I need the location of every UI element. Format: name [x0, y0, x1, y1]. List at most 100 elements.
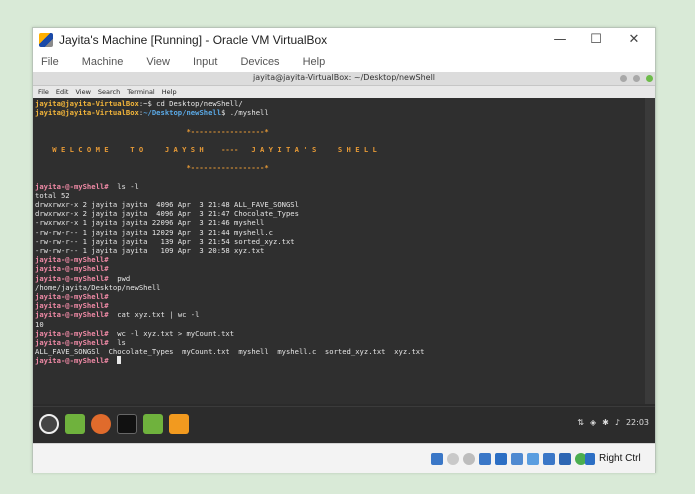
mint-menu-icon[interactable]	[39, 414, 59, 434]
terminal-line: -rw-rw-r-- 1 jayita jayita 139 Apr 3 21:…	[35, 237, 645, 246]
shield-icon[interactable]: ◈	[590, 418, 596, 427]
terminal-line: total 52	[35, 191, 645, 200]
bluetooth-icon[interactable]: ✱	[602, 418, 609, 427]
volume-icon[interactable]: ♪	[615, 418, 620, 427]
usb-icon[interactable]	[495, 453, 507, 465]
guest-taskbar: ⇅ ◈ ✱ ♪ 22:03	[33, 406, 655, 443]
terminal-line: -rw-rw-r-- 1 jayita jayita 109 Apr 3 20:…	[35, 246, 645, 255]
terminal-text: cat xyz.txt | wc -l	[108, 310, 200, 320]
terminal-line: *-----------------*	[35, 127, 645, 136]
terminal-menu-file[interactable]: File	[38, 88, 49, 96]
terminal-line: W E L C O M E T O J A Y S H ---- J A Y I…	[35, 145, 645, 154]
terminal-titlebar: jayita@jayita-VirtualBox: ~/Desktop/newS…	[33, 72, 655, 86]
minimize-icon[interactable]: —	[543, 30, 577, 50]
host-key-icon[interactable]	[585, 453, 595, 465]
floppy-icon[interactable]	[463, 453, 475, 465]
terminal-text: $ ./myshell	[221, 108, 269, 118]
virtualbox-icon	[39, 33, 53, 47]
terminal-text: ls -l	[108, 181, 139, 191]
video-capture-icon[interactable]	[543, 453, 555, 465]
terminal-text: *-----------------*	[35, 126, 269, 136]
terminal-line: jayita@jayita-VirtualBox:~$ cd Desktop/n…	[35, 99, 645, 108]
folder-icon[interactable]	[65, 414, 85, 434]
terminal-output[interactable]: jayita@jayita-VirtualBox:~$ cd Desktop/n…	[33, 98, 645, 404]
sublime-text-icon[interactable]	[169, 414, 189, 434]
terminal-text: jayita-@-myShell#	[35, 264, 109, 274]
optical-drive-icon[interactable]	[447, 453, 459, 465]
terminal-text: drwxrwxr-x 2 jayita jayita 4096 Apr 3 21…	[35, 200, 299, 210]
maximize-icon[interactable]: ☐	[579, 30, 613, 50]
network-adapter-icon[interactable]	[479, 453, 491, 465]
terminal-line: /home/jayita/Desktop/newShell	[35, 283, 645, 292]
terminal-minimize-icon[interactable]	[620, 75, 627, 82]
window-titlebar: Jayita's Machine [Running] - Oracle VM V…	[33, 28, 655, 52]
firefox-icon[interactable]	[91, 414, 111, 434]
terminal-line: -rw-rw-r-- 1 jayita jayita 12029 Apr 3 2…	[35, 228, 645, 237]
terminal-text: jayita-@-myShell#	[35, 337, 109, 347]
terminal-maximize-icon[interactable]	[633, 75, 640, 82]
audio-icon[interactable]	[431, 453, 443, 465]
terminal-line: jayita-@-myShell# cat xyz.txt | wc -l	[35, 310, 645, 319]
terminal-line: drwxrwxr-x 2 jayita jayita 4096 Apr 3 21…	[35, 200, 645, 209]
terminal-line: jayita-@-myShell# ls -l	[35, 182, 645, 191]
window-title: Jayita's Machine [Running] - Oracle VM V…	[59, 33, 328, 47]
terminal-line: jayita-@-myShell# ls	[35, 338, 645, 347]
terminal-close-icon[interactable]	[646, 75, 653, 82]
menu-input[interactable]: Input	[193, 56, 217, 68]
folder-icon[interactable]	[143, 414, 163, 434]
terminal-menu-search[interactable]: Search	[98, 88, 120, 96]
terminal-text: total 52	[35, 190, 70, 200]
terminal-line: jayita-@-myShell#	[35, 264, 645, 273]
terminal-icon[interactable]	[117, 414, 137, 434]
terminal-text: jayita-@-myShell#	[35, 181, 109, 191]
system-tray: ⇅ ◈ ✱ ♪ 22:03	[577, 418, 649, 427]
terminal-scrollbar[interactable]	[645, 98, 655, 404]
terminal-text: jayita@jayita-VirtualBox	[35, 108, 139, 118]
menu-view[interactable]: View	[146, 56, 170, 68]
terminal-line: *-----------------*	[35, 163, 645, 172]
terminal-line: jayita@jayita-VirtualBox:~/Desktop/newSh…	[35, 108, 645, 117]
menubar: File Machine View Input Devices Help	[33, 52, 655, 72]
terminal-line: jayita-@-myShell#	[35, 255, 645, 264]
terminal-menu-view[interactable]: View	[75, 88, 90, 96]
clock[interactable]: 22:03	[626, 418, 649, 427]
terminal-text: jayita-@-myShell#	[35, 291, 109, 301]
terminal-menu-help[interactable]: Help	[162, 88, 177, 96]
cpu-icon[interactable]	[559, 453, 571, 465]
menu-devices[interactable]: Devices	[240, 56, 279, 68]
terminal-line: 10	[35, 320, 645, 329]
network-icon[interactable]: ⇅	[577, 418, 584, 427]
display-icon[interactable]	[527, 453, 539, 465]
terminal-menubar: File Edit View Search Terminal Help	[33, 86, 655, 98]
terminal-text: ALL_FAVE_SONGSl Chocolate_Types myCount.…	[35, 347, 425, 357]
menu-file[interactable]: File	[41, 56, 59, 68]
menu-help[interactable]: Help	[303, 56, 326, 68]
terminal-line: -rwxrwxr-x 1 jayita jayita 22096 Apr 3 2…	[35, 218, 645, 227]
terminal-text: 10	[35, 319, 44, 329]
shared-folders-icon[interactable]	[511, 453, 523, 465]
terminal-text: -rw-rw-r-- 1 jayita jayita 109 Apr 3 20:…	[35, 246, 265, 255]
terminal-text: jayita@jayita-VirtualBox	[35, 99, 139, 108]
close-icon[interactable]: ✕	[617, 30, 651, 50]
terminal-text: jayita-@-myShell#	[35, 356, 109, 366]
terminal-text: ~/Desktop/newShell	[143, 108, 222, 118]
terminal-text: W E L C O M E T O J A Y S H ---- J A Y I…	[35, 144, 377, 154]
terminal-line: jayita-@-myShell# wc -l xyz.txt > myCoun…	[35, 329, 645, 338]
terminal-menu-edit[interactable]: Edit	[56, 88, 69, 96]
terminal-text: :~$ cd Desktop/newShell/	[138, 99, 243, 108]
terminal-text: jayita-@-myShell#	[35, 328, 109, 338]
guest-screen[interactable]: jayita@jayita-VirtualBox: ~/Desktop/newS…	[33, 72, 655, 443]
terminal-menu-terminal[interactable]: Terminal	[127, 88, 154, 96]
terminal-text: *-----------------*	[35, 163, 269, 173]
terminal-text: pwd	[108, 273, 131, 283]
terminal-line: jayita-@-myShell# pwd	[35, 274, 645, 283]
terminal-text: ls	[108, 337, 126, 347]
terminal-line: ALL_FAVE_SONGSl Chocolate_Types myCount.…	[35, 347, 645, 356]
terminal-text: drwxrwxr-x 2 jayita jayita 4096 Apr 3 21…	[35, 209, 299, 219]
menu-machine[interactable]: Machine	[82, 56, 124, 68]
terminal-text: wc -l xyz.txt > myCount.txt	[108, 328, 235, 338]
terminal-line: jayita-@-myShell#	[35, 292, 645, 301]
